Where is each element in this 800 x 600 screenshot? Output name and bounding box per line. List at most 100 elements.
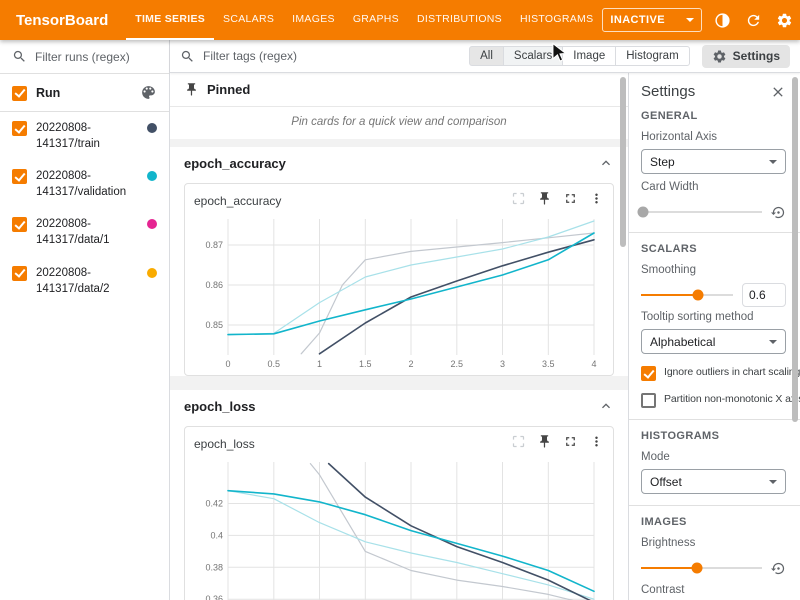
pinned-section: Pinned Pin cards for a quick view and co… (170, 73, 628, 139)
select-all-runs-checkbox[interactable] (12, 86, 27, 101)
fit-to-data-icon[interactable] (511, 191, 526, 211)
run-row-validation[interactable]: 20220808-141317/validation (0, 160, 169, 208)
section-epoch-loss: epoch_loss epoch_loss (170, 390, 628, 600)
histogram-mode-select[interactable]: Offset (641, 469, 786, 494)
svg-text:4: 4 (591, 359, 596, 369)
settings-panel-title: Settings (641, 83, 695, 100)
run-name: 20220808-141317/validation (36, 168, 138, 200)
horizontal-axis-value: Step (650, 155, 675, 169)
pin-card-icon[interactable] (537, 434, 552, 454)
tags-toolbar: All Scalars Image Histogram Settings (170, 40, 800, 73)
card-width-label: Card Width (641, 181, 786, 193)
reset-icon[interactable] (771, 561, 786, 576)
tab-histograms[interactable]: HISTOGRAMS (511, 0, 602, 40)
card-title: epoch_loss (194, 437, 255, 451)
chevron-down-icon (769, 160, 777, 164)
runs-column-header: Run (36, 86, 131, 100)
smoothing-label: Smoothing (641, 264, 786, 276)
svg-text:3.5: 3.5 (542, 359, 555, 369)
pin-card-icon[interactable] (537, 191, 552, 211)
tooltip-sorting-label: Tooltip sorting method (641, 311, 786, 323)
horizontal-axis-select[interactable]: Step (641, 149, 786, 174)
runs-filter-input[interactable] (35, 50, 157, 64)
run-name: 20220808-141317/train (36, 120, 138, 152)
svg-text:0.36: 0.36 (205, 594, 223, 600)
reset-icon[interactable] (771, 205, 786, 220)
run-row-data-1[interactable]: 20220808-141317/data/1 (0, 208, 169, 256)
fullscreen-icon[interactable] (563, 191, 578, 211)
partition-x-axis-checkbox-row[interactable]: Partition non-monotonic X axis (641, 392, 786, 408)
histogram-mode-label: Mode (641, 451, 786, 463)
chip-histogram[interactable]: Histogram (615, 46, 689, 66)
refresh-icon[interactable] (742, 9, 764, 31)
settings-gear-icon[interactable] (773, 9, 795, 31)
svg-text:0.87: 0.87 (205, 240, 223, 250)
epoch-accuracy-chart[interactable]: 00.511.522.533.540.850.860.87 (194, 213, 604, 371)
tags-filter-input[interactable] (203, 49, 459, 63)
tooltip-sorting-select[interactable]: Alphabetical (641, 329, 786, 354)
card-width-slider[interactable] (641, 211, 762, 213)
section-title: epoch_loss (184, 399, 256, 414)
ignore-outliers-checkbox-row[interactable]: Ignore outliers in chart scaling (641, 365, 786, 381)
chevron-up-icon[interactable] (598, 155, 614, 171)
main-nav: TIME SERIES SCALARS IMAGES GRAPHS DISTRI… (126, 0, 602, 40)
run-color-dot (147, 123, 157, 133)
chip-scalars[interactable]: Scalars (503, 46, 563, 66)
tab-distributions[interactable]: DISTRIBUTIONS (408, 0, 511, 40)
ignore-outliers-checkbox[interactable] (641, 366, 656, 381)
fullscreen-icon[interactable] (563, 434, 578, 454)
svg-text:0.5: 0.5 (268, 359, 281, 369)
search-icon (12, 49, 27, 64)
chip-image[interactable]: Image (562, 46, 616, 66)
pinned-empty-message: Pin cards for a quick view and compariso… (170, 107, 628, 139)
gear-icon (712, 49, 727, 64)
chevron-up-icon[interactable] (598, 398, 614, 414)
runs-sidebar: Run 20220808-141317/train 20220808-14131… (0, 40, 170, 600)
brightness-label: Brightness (641, 537, 786, 549)
settings-button[interactable]: Settings (702, 45, 790, 68)
reload-status-dropdown[interactable]: INACTIVE (602, 8, 702, 32)
main-scrollbar[interactable] (620, 77, 626, 247)
run-row-train[interactable]: 20220808-141317/train (0, 112, 169, 160)
svg-text:0.4: 0.4 (210, 530, 223, 540)
run-color-dot (147, 171, 157, 181)
section-header-epoch-loss[interactable]: epoch_loss (170, 390, 628, 420)
horizontal-axis-label: Horizontal Axis (641, 131, 786, 143)
settings-scrollbar[interactable] (792, 77, 798, 422)
run-row-data-2[interactable]: 20220808-141317/data/2 (0, 257, 169, 305)
tab-time-series[interactable]: TIME SERIES (126, 0, 214, 40)
tab-scalars[interactable]: SCALARS (214, 0, 283, 40)
pinned-header: Pinned (170, 73, 628, 107)
partition-x-axis-checkbox[interactable] (641, 393, 656, 408)
chevron-down-icon (686, 18, 694, 22)
section-header-epoch-accuracy[interactable]: epoch_accuracy (170, 147, 628, 177)
brightness-slider[interactable] (641, 567, 762, 569)
run-checkbox[interactable] (12, 266, 27, 281)
chip-all[interactable]: All (469, 46, 504, 66)
svg-text:0.85: 0.85 (205, 320, 223, 330)
scalar-card-epoch-accuracy: epoch_accuracy 00.511.522.533.540.850.86… (184, 183, 614, 376)
histograms-heading: HISTOGRAMS (641, 430, 786, 442)
more-options-icon[interactable] (589, 191, 604, 211)
settings-panel: Settings GENERAL Horizontal Axis Step Ca… (628, 73, 800, 600)
run-checkbox[interactable] (12, 169, 27, 184)
app-logo: TensorBoard (16, 12, 108, 29)
svg-text:0: 0 (225, 359, 230, 369)
fit-to-data-icon[interactable] (511, 434, 526, 454)
more-options-icon[interactable] (589, 434, 604, 454)
close-icon[interactable] (770, 84, 786, 100)
theme-toggle-icon[interactable] (711, 9, 733, 31)
svg-text:2.5: 2.5 (451, 359, 464, 369)
app-header: TensorBoard TIME SERIES SCALARS IMAGES G… (0, 0, 800, 40)
runs-table-header: Run (0, 74, 169, 112)
run-checkbox[interactable] (12, 217, 27, 232)
tab-graphs[interactable]: GRAPHS (344, 0, 408, 40)
chevron-down-icon (769, 340, 777, 344)
run-name: 20220808-141317/data/2 (36, 265, 138, 297)
epoch-loss-chart[interactable]: 00.511.522.533.540.360.380.40.42 (194, 456, 604, 600)
smoothing-slider[interactable] (641, 294, 733, 296)
smoothing-value-input[interactable] (742, 283, 786, 307)
section-title: epoch_accuracy (184, 156, 286, 171)
tab-images[interactable]: IMAGES (283, 0, 344, 40)
run-checkbox[interactable] (12, 121, 27, 136)
